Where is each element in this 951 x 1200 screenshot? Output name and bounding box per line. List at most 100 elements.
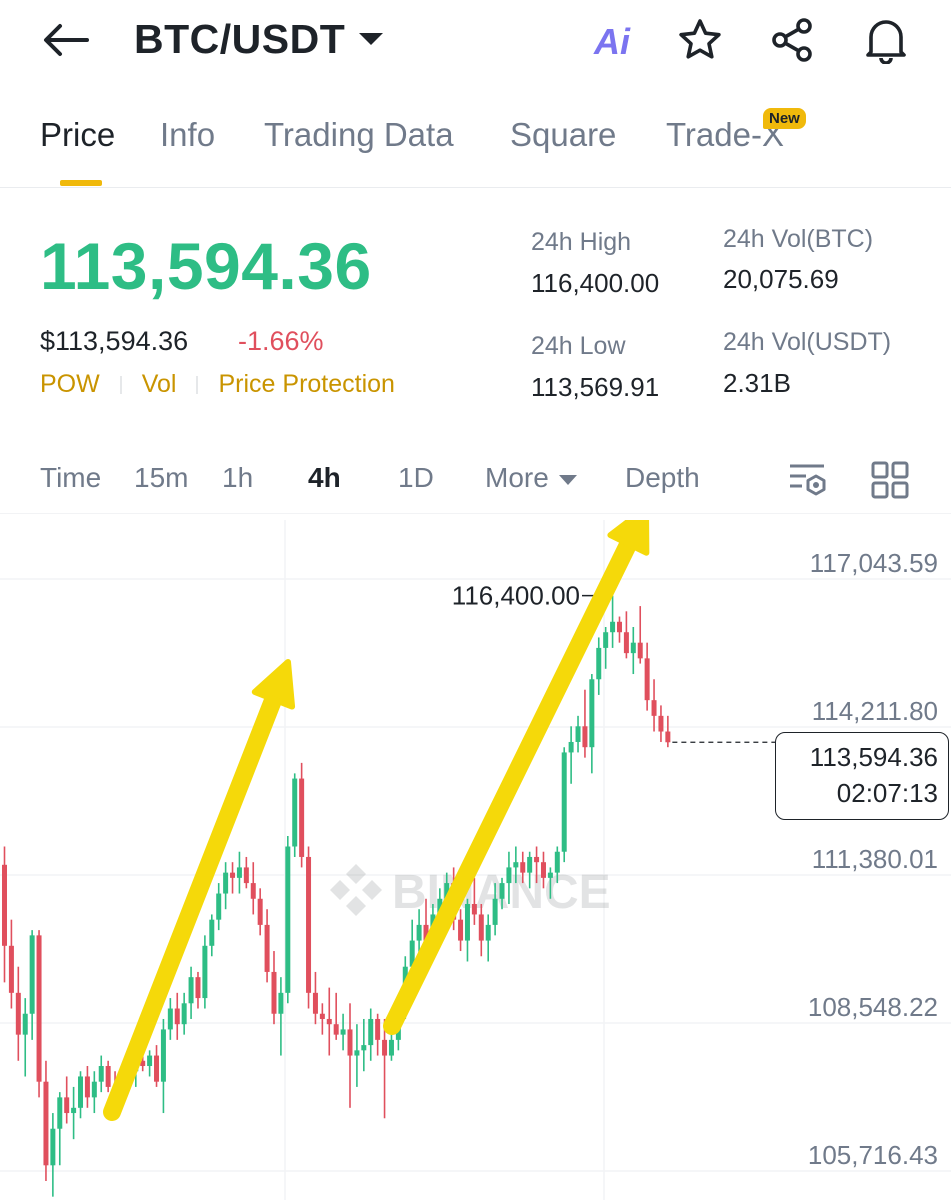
chart-settings-icon[interactable]: [786, 458, 830, 502]
candle-body: [43, 1081, 49, 1166]
candle-body: [596, 647, 602, 680]
tag-price-protection[interactable]: Price Protection: [218, 370, 394, 399]
candle-body: [306, 856, 312, 993]
candle-body: [547, 872, 553, 878]
annotation-arrow-head: [251, 659, 296, 710]
candle-body: [98, 1066, 104, 1082]
candle-body: [416, 924, 422, 941]
candle-body: [29, 935, 35, 1014]
interval-more[interactable]: More: [485, 462, 577, 494]
interval-time[interactable]: Time: [40, 462, 101, 494]
depth-tab[interactable]: Depth: [625, 462, 700, 494]
candle-body: [271, 971, 277, 1014]
back-arrow-icon[interactable]: [40, 18, 92, 62]
candle-body: [292, 778, 298, 847]
current-price-label: 113,594.36: [809, 742, 938, 772]
candle-body: [57, 1097, 63, 1129]
candle-body: [181, 1003, 187, 1025]
interval-1d[interactable]: 1D: [398, 462, 434, 494]
pair-selector[interactable]: BTC/USDT: [134, 12, 384, 66]
candle-body: [471, 903, 477, 915]
price-change-percent: -1.66%: [238, 326, 324, 356]
candle-body: [188, 977, 194, 1004]
candle-body: [278, 992, 284, 1014]
candle-body: [2, 864, 7, 946]
candle-body: [651, 700, 657, 716]
y-tick-label: 114,211.80: [812, 696, 938, 726]
tab-trading-data[interactable]: Trading Data: [264, 116, 454, 154]
candle-body: [230, 872, 236, 878]
candle-body: [22, 1013, 28, 1035]
y-tick-label: 117,043.59: [810, 548, 938, 578]
candle-body: [534, 856, 540, 863]
tag-divider: [119, 375, 122, 394]
tag-pow[interactable]: POW: [40, 370, 100, 399]
candle-body: [665, 731, 671, 743]
candle-body: [195, 977, 201, 999]
candle-body: [243, 867, 249, 884]
interval-1h[interactable]: 1h: [222, 462, 253, 494]
new-badge: New: [763, 108, 806, 129]
candle-body: [15, 992, 21, 1035]
pair-name: BTC/USDT: [134, 15, 346, 62]
tab-info[interactable]: Info: [160, 116, 215, 154]
ai-assistant-icon[interactable]: Ai: [584, 20, 640, 64]
vol-usdt-value: 2.31B: [723, 368, 791, 398]
candle-body: [527, 856, 533, 873]
candle-body: [610, 621, 616, 633]
candle-body: [216, 893, 222, 920]
candle-body: [91, 1081, 97, 1098]
high-value: 116,400.00: [531, 268, 660, 298]
candle-body: [84, 1076, 90, 1098]
caret-down-icon: [558, 474, 577, 485]
star-icon[interactable]: [674, 14, 726, 66]
vol-btc-value: 20,075.69: [723, 264, 839, 294]
candle-body: [78, 1076, 84, 1108]
candle-body: [8, 945, 14, 993]
candle-body: [561, 752, 567, 852]
share-icon[interactable]: [767, 14, 819, 66]
candle-body: [630, 642, 636, 654]
candle-body: [575, 726, 581, 742]
candle-body: [589, 679, 595, 748]
candle-body: [582, 726, 588, 748]
candle-body: [368, 1018, 374, 1046]
interval-15m[interactable]: 15m: [134, 462, 188, 494]
candle-body: [644, 658, 650, 701]
usd-price: $113,594.36: [40, 326, 189, 356]
current-price-tag[interactable]: 113,594.36 02:07:13: [775, 732, 949, 820]
candle-body: [513, 862, 519, 868]
grid-layout-icon[interactable]: [868, 458, 912, 502]
candle-body: [568, 741, 574, 753]
tab-square[interactable]: Square: [510, 116, 616, 154]
candle-body: [354, 1050, 360, 1056]
candle-body: [382, 1039, 388, 1056]
candle-body: [554, 851, 560, 873]
max-marker-label: 116,400.00: [452, 581, 580, 611]
candle-body: [361, 1045, 367, 1051]
top-bar: BTC/USDT Ai: [0, 0, 951, 90]
candle-body: [492, 898, 498, 925]
candlestick-chart[interactable]: BINANCE 117,043.59114,211.80111,380.0110…: [0, 520, 951, 1200]
candle-body: [71, 1107, 77, 1114]
candle-countdown: 02:07:13: [836, 778, 938, 808]
candle-body: [623, 632, 629, 654]
vol-usdt-label: 24h Vol(USDT): [723, 328, 892, 356]
coin-tags: POW Vol Price Protection: [40, 370, 395, 399]
interval-bar: Time 15m 1h 4h 1D More Depth: [0, 448, 951, 514]
candle-body: [202, 945, 208, 999]
bell-icon[interactable]: [860, 14, 912, 66]
low-value: 113,569.91: [531, 372, 660, 402]
candle-body: [147, 1055, 153, 1067]
candle-body: [658, 715, 664, 732]
interval-4h[interactable]: 4h: [308, 462, 341, 494]
candle-body: [257, 898, 263, 925]
candle-body: [388, 1039, 394, 1056]
candle-body: [326, 1018, 332, 1025]
tag-vol[interactable]: Vol: [142, 370, 177, 399]
candle-body: [458, 919, 464, 941]
candle-body: [616, 621, 622, 633]
tab-price[interactable]: Price: [40, 116, 115, 154]
active-tab-indicator: [60, 180, 102, 186]
candle-body: [160, 1029, 166, 1082]
